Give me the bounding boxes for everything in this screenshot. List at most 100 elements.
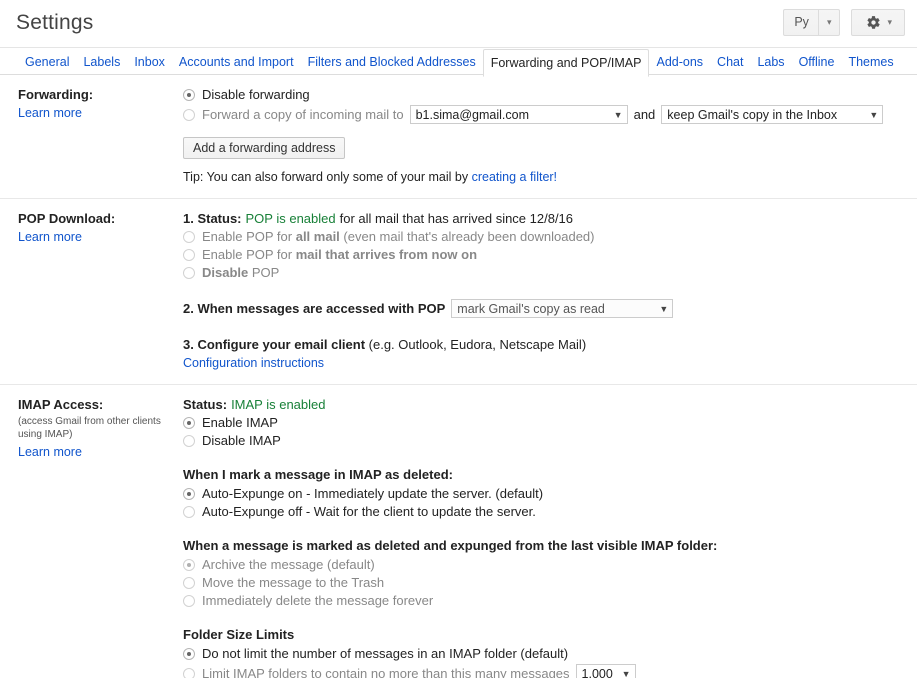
disable-forwarding-row[interactable]: Disable forwarding xyxy=(183,87,901,102)
tab-add-ons[interactable]: Add-ons xyxy=(649,49,710,76)
folder-limit-label: Limit IMAP folders to contain no more th… xyxy=(202,666,570,678)
pop-step3-row: 3. Configure your email client (e.g. Out… xyxy=(183,337,901,352)
folder-limit-value: 1,000 xyxy=(581,666,613,678)
pop-status-value: POP is enabled xyxy=(245,211,336,226)
pop-disable-row[interactable]: Disable POP xyxy=(183,265,901,280)
pop-enable-all-radio[interactable] xyxy=(183,230,195,243)
tab-filters-and-blocked-addresses[interactable]: Filters and Blocked Addresses xyxy=(301,49,483,76)
page-title: Settings xyxy=(16,11,94,34)
pop-access-action-value: mark Gmail's copy as read xyxy=(457,301,605,316)
pop-enable-from-now-row[interactable]: Enable POP for mail that arrives from no… xyxy=(183,247,901,262)
forwarding-options: Disable forwarding Forward a copy of inc… xyxy=(183,87,917,184)
tab-accounts-and-import[interactable]: Accounts and Import xyxy=(172,49,301,76)
move-to-trash-radio[interactable] xyxy=(183,576,195,589)
chevron-down-icon: ▼ xyxy=(613,109,623,120)
forwarding-section-label: Forwarding: Learn more xyxy=(0,87,183,184)
auto-expunge-off-radio[interactable] xyxy=(183,505,195,518)
folder-limit-radio[interactable] xyxy=(183,667,195,678)
forwarding-tip: Tip: You can also forward only some of y… xyxy=(183,170,901,184)
imap-enable-radio[interactable] xyxy=(183,416,195,429)
tab-general[interactable]: General xyxy=(18,49,76,76)
imap-status-prefix: Status: xyxy=(183,397,228,412)
chevron-down-icon: ▼ xyxy=(869,109,879,120)
chevron-down-icon: ▾ xyxy=(817,10,840,35)
pop-download-section: POP Download: Learn more 1. Status: POP … xyxy=(0,199,917,385)
pop-enable-all-row[interactable]: Enable POP for all mail (even mail that'… xyxy=(183,229,901,244)
auto-expunge-on-radio[interactable] xyxy=(183,487,195,500)
tab-labs[interactable]: Labs xyxy=(750,49,791,76)
imap-section-label: IMAP Access: (access Gmail from other cl… xyxy=(0,397,183,678)
pop-status-prefix: 1. Status: xyxy=(183,211,242,226)
pop-status-suffix: for all mail that has arrived since 12/8… xyxy=(339,211,574,226)
imap-disable-label: Disable IMAP xyxy=(202,433,281,448)
pop-disable-radio[interactable] xyxy=(183,266,195,279)
forward-copy-label: Forward a copy of incoming mail to xyxy=(202,107,404,122)
auto-expunge-on-row[interactable]: Auto-Expunge on - Immediately update the… xyxy=(183,486,901,501)
imap-learn-more-link[interactable]: Learn more xyxy=(18,445,82,459)
forwarding-copy-action-select[interactable]: keep Gmail's copy in the Inbox ▼ xyxy=(661,105,884,124)
imap-status-value: IMAP is enabled xyxy=(231,397,326,412)
imap-title: IMAP Access: xyxy=(18,397,104,412)
account-dropdown-button[interactable]: Py ▾ xyxy=(783,9,841,36)
folder-limit-select[interactable]: 1,000 ▼ xyxy=(575,664,636,678)
delete-forever-radio[interactable] xyxy=(183,594,195,607)
no-folder-limit-radio[interactable] xyxy=(183,647,195,660)
creating-a-filter-link[interactable]: creating a filter! xyxy=(472,170,557,184)
settings-tab-bar: General Labels Inbox Accounts and Import Fil… xyxy=(0,48,917,77)
auto-expunge-off-row[interactable]: Auto-Expunge off - Wait for the client t… xyxy=(183,504,901,519)
pop-access-action-select[interactable]: mark Gmail's copy as read ▼ xyxy=(451,299,674,318)
tab-themes[interactable]: Themes xyxy=(841,49,900,76)
pop-configuration-instructions-link[interactable]: Configuration instructions xyxy=(183,356,324,370)
add-forwarding-address-button[interactable]: Add a forwarding address xyxy=(183,137,346,159)
forward-copy-radio[interactable] xyxy=(183,108,195,121)
imap-disable-row[interactable]: Disable IMAP xyxy=(183,433,901,448)
move-to-trash-row[interactable]: Move the message to the Trash xyxy=(183,575,901,590)
no-folder-limit-row[interactable]: Do not limit the number of messages in a… xyxy=(183,646,901,661)
tab-chat[interactable]: Chat xyxy=(710,49,750,76)
no-folder-limit-label: Do not limit the number of messages in a… xyxy=(202,646,569,661)
forward-copy-row[interactable]: Forward a copy of incoming mail to b1.si… xyxy=(183,105,901,124)
tab-inbox[interactable]: Inbox xyxy=(127,49,172,76)
imap-enable-label: Enable IMAP xyxy=(202,415,278,430)
disable-forwarding-radio[interactable] xyxy=(183,88,195,101)
archive-message-row[interactable]: Archive the message (default) xyxy=(183,557,901,572)
imap-status-row: Status: IMAP is enabled xyxy=(183,397,901,412)
pop-step3-label: 3. Configure your email client (e.g. Out… xyxy=(183,337,587,352)
chevron-down-icon: ▼ xyxy=(621,668,631,678)
settings-content: Forwarding: Learn more Disable forwardin… xyxy=(0,75,917,678)
pop-learn-more-link[interactable]: Learn more xyxy=(18,230,82,244)
imap-deleted-heading: When I mark a message in IMAP as deleted… xyxy=(183,467,453,482)
forwarding-address-select[interactable]: b1.sima@gmail.com ▼ xyxy=(409,105,628,124)
folder-size-limits-heading: Folder Size Limits xyxy=(183,627,295,642)
pop-options: 1. Status: POP is enabled for all mail t… xyxy=(183,211,917,370)
folder-limit-row[interactable]: Limit IMAP folders to contain no more th… xyxy=(183,664,901,678)
tab-labels[interactable]: Labels xyxy=(76,49,127,76)
auto-expunge-on-label: Auto-Expunge on - Immediately update the… xyxy=(202,486,544,501)
imap-access-section: IMAP Access: (access Gmail from other cl… xyxy=(0,385,917,678)
settings-gear-button[interactable]: ▾ xyxy=(851,9,905,36)
imap-expunged-heading: When a message is marked as deleted and … xyxy=(183,538,718,553)
account-label: Py xyxy=(794,15,809,29)
archive-message-radio[interactable] xyxy=(183,558,195,571)
pop-disable-label: Disable POP xyxy=(202,265,280,280)
imap-disable-radio[interactable] xyxy=(183,434,195,447)
imap-enable-row[interactable]: Enable IMAP xyxy=(183,415,901,430)
pop-enable-from-now-radio[interactable] xyxy=(183,248,195,261)
disable-forwarding-label: Disable forwarding xyxy=(202,87,310,102)
tab-offline[interactable]: Offline xyxy=(792,49,842,76)
pop-section-label: POP Download: Learn more xyxy=(0,211,183,370)
auto-expunge-off-label: Auto-Expunge off - Wait for the client t… xyxy=(202,504,536,519)
add-forwarding-address-button-wrap: Add a forwarding address xyxy=(183,127,901,170)
pop-enable-from-now-label: Enable POP for mail that arrives from no… xyxy=(202,247,478,262)
tab-forwarding-and-pop-imap[interactable]: Forwarding and POP/IMAP xyxy=(482,49,650,77)
imap-options: Status: IMAP is enabled Enable IMAP Disa… xyxy=(183,397,917,678)
forwarding-learn-more-link[interactable]: Learn more xyxy=(18,106,82,120)
delete-forever-row[interactable]: Immediately delete the message forever xyxy=(183,593,901,608)
page-header: Settings Py ▾ ▾ xyxy=(0,0,917,48)
pop-status-row: 1. Status: POP is enabled for all mail t… xyxy=(183,211,901,226)
imap-subtitle: (access Gmail from other clients using I… xyxy=(18,416,161,440)
